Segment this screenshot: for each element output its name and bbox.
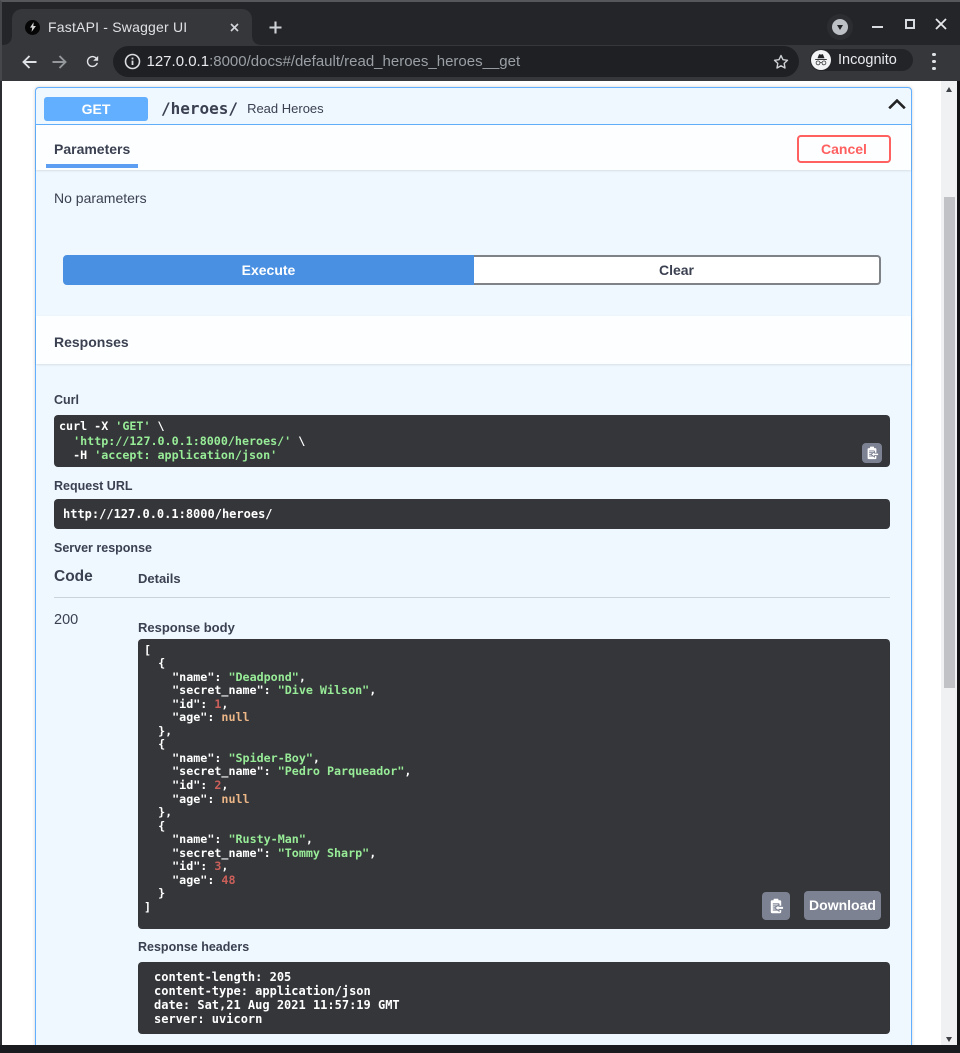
request-url-label: Request URL xyxy=(54,479,890,493)
response-headers: content-length: 205 content-type: applic… xyxy=(138,962,890,1034)
curl-command: curl -X 'GET' \ 'http://127.0.0.1:8000/h… xyxy=(54,415,890,467)
operation-block: GET /heroes/ Read Heroes Parameters Canc… xyxy=(35,87,912,1045)
scrollbar[interactable] xyxy=(941,81,957,1045)
details-column-header: Details xyxy=(138,571,181,586)
request-url-value: http://127.0.0.1:8000/heroes/ xyxy=(54,499,890,529)
collapse-chevron-icon[interactable] xyxy=(888,99,906,109)
operation-summary[interactable]: GET /heroes/ Read Heroes xyxy=(36,88,911,125)
back-button[interactable] xyxy=(17,50,41,74)
server-response-label: Server response xyxy=(54,541,890,555)
execute-row: Execute Clear xyxy=(63,255,881,285)
parameters-tab-underline xyxy=(46,164,138,168)
window-close-button[interactable] xyxy=(934,17,948,31)
cancel-button[interactable]: Cancel xyxy=(797,135,891,163)
browser-tab[interactable]: FastAPI - Swagger UI xyxy=(12,9,252,45)
response-body-buttons: Download xyxy=(762,891,881,920)
swagger-page: GET /heroes/ Read Heroes Parameters Canc… xyxy=(2,81,941,1045)
clear-button[interactable]: Clear xyxy=(474,255,881,285)
scroll-down-icon[interactable] xyxy=(946,1037,952,1042)
response-table-head: Code Details xyxy=(54,568,890,598)
new-tab-button[interactable] xyxy=(262,14,289,41)
tab-title: FastAPI - Swagger UI xyxy=(48,19,225,35)
server-response-table: Code Details 200 Response body [ { "name… xyxy=(54,568,890,1034)
response-detail: Response body [ { "name": "Deadpond", "s… xyxy=(138,612,890,1034)
url-path: :8000/docs#/default/read_heroes_heroes__… xyxy=(209,53,520,70)
download-button[interactable]: Download xyxy=(804,891,881,920)
tab-close-icon[interactable] xyxy=(225,18,243,36)
responses-inner: Curl curl -X 'GET' \ 'http://127.0.0.1:8… xyxy=(36,393,911,1034)
browser-toolbar: 127.0.0.1:8000/docs#/default/read_heroes… xyxy=(0,45,960,81)
responses-title: Responses xyxy=(54,334,129,350)
incognito-icon xyxy=(811,50,831,70)
response-row: 200 Response body [ { "name": "Deadpond"… xyxy=(54,598,890,1034)
address-bar[interactable]: 127.0.0.1:8000/docs#/default/read_heroes… xyxy=(113,46,799,77)
parameters-title: Parameters xyxy=(54,141,130,157)
execute-button[interactable]: Execute xyxy=(63,255,474,285)
operation-description: Read Heroes xyxy=(247,101,324,116)
window-bottom-edge xyxy=(0,1045,960,1053)
reload-button[interactable] xyxy=(80,50,104,74)
scroll-up-icon[interactable] xyxy=(946,87,952,92)
site-info-icon[interactable] xyxy=(124,53,141,70)
browser-window: FastAPI - Swagger UI xyxy=(0,0,960,1053)
responses-header: Responses xyxy=(36,316,911,364)
browser-menu-button[interactable] xyxy=(932,53,936,71)
tab-search-button[interactable] xyxy=(827,14,853,40)
page-row: GET /heroes/ Read Heroes Parameters Canc… xyxy=(0,81,960,1045)
incognito-label: Incognito xyxy=(838,52,897,68)
incognito-badge: Incognito xyxy=(810,49,913,71)
window-maximize-button[interactable] xyxy=(905,19,915,29)
tab-strip: FastAPI - Swagger UI xyxy=(0,0,960,45)
scrollbar-thumb[interactable] xyxy=(944,197,955,688)
copy-curl-button[interactable] xyxy=(862,443,882,463)
curl-label: Curl xyxy=(54,393,890,407)
bookmark-star-icon[interactable] xyxy=(773,54,789,70)
operation-path: /heroes/ xyxy=(161,99,238,118)
parameters-tab[interactable]: Parameters xyxy=(54,128,130,170)
code-column-header: Code xyxy=(54,568,138,586)
no-parameters-text: No parameters xyxy=(54,190,911,206)
copy-response-button[interactable] xyxy=(762,892,790,920)
forward-button[interactable] xyxy=(48,50,72,74)
fastapi-favicon-icon xyxy=(25,20,40,35)
status-code: 200 xyxy=(54,612,138,1034)
url-host: 127.0.0.1 xyxy=(147,53,210,70)
url-text: 127.0.0.1:8000/docs#/default/read_heroes… xyxy=(147,53,774,70)
response-body-label: Response body xyxy=(138,620,890,635)
method-badge: GET xyxy=(44,97,148,121)
window-minimize-button[interactable] xyxy=(872,26,883,28)
tab-search-circle-icon xyxy=(832,19,848,35)
response-headers-label: Response headers xyxy=(138,940,890,954)
parameters-header: Parameters Cancel xyxy=(36,125,911,170)
response-body: [ { "name": "Deadpond", "secret_name": "… xyxy=(138,639,890,929)
